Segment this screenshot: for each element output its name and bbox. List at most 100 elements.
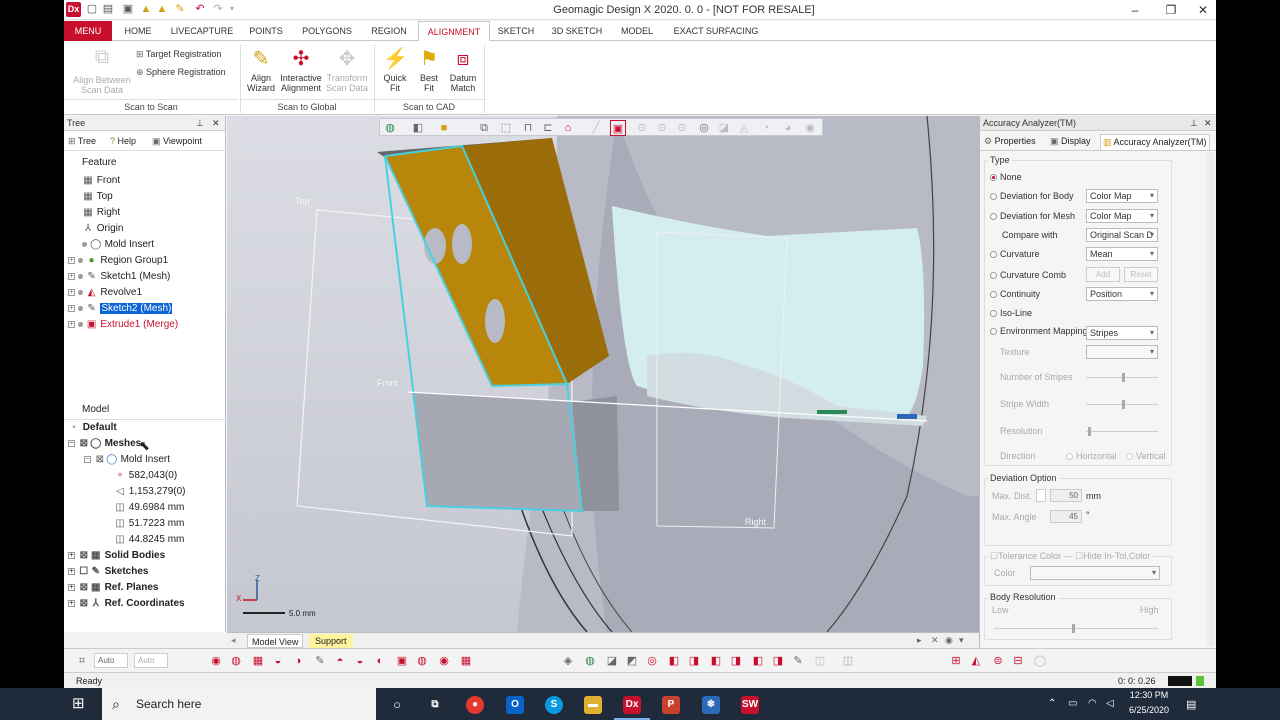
file-explorer-icon[interactable]: ▬ xyxy=(584,696,602,714)
body-resolution-slider[interactable] xyxy=(994,624,1158,633)
eye-icon[interactable]: ⊠ xyxy=(94,452,106,468)
view-icon[interactable]: ▦ xyxy=(458,653,474,669)
close-panel-icon[interactable]: ✕ xyxy=(1204,116,1212,131)
radio[interactable] xyxy=(990,310,997,318)
radio-none[interactable]: None xyxy=(990,172,1022,182)
tab-menu-icon[interactable]: ▾ xyxy=(959,635,964,646)
checkbox-icon[interactable]: ☐ xyxy=(78,564,90,580)
select-mode-icon[interactable]: ⧉ xyxy=(476,120,492,136)
view-cube-icon[interactable]: ◧ xyxy=(410,120,426,136)
model-item-dim-x[interactable]: ◫ 49.6984 mm xyxy=(114,500,184,516)
outlook-icon[interactable]: O xyxy=(506,696,524,714)
display-icon[interactable]: ◧ xyxy=(708,653,724,669)
collapse-icon[interactable]: − xyxy=(68,439,75,447)
volume-icon[interactable]: ◁ xyxy=(1106,698,1114,709)
stripe-width-slider[interactable] xyxy=(1086,400,1158,409)
radio-continuity[interactable]: Continuity xyxy=(990,289,1040,299)
taskbar-search-input[interactable]: ⌕ Search here xyxy=(102,688,376,720)
deviation-mesh-select[interactable]: Color Map xyxy=(1086,209,1158,223)
filter-icon[interactable]: ◔ xyxy=(758,120,774,136)
interactive-alignment-button[interactable]: ✣ Interactive Alignment xyxy=(278,47,324,93)
tab-list-icon[interactable]: ◉ xyxy=(945,635,953,646)
tree-item-region-group1[interactable]: + ● Region Group1 xyxy=(68,253,168,269)
radio-deviation-body[interactable]: Deviation for Body xyxy=(990,191,1074,201)
environment-select[interactable]: Stripes xyxy=(1086,326,1158,340)
datum-match-button[interactable]: ⧈ Datum Match xyxy=(446,47,480,93)
cortana-icon[interactable]: ○ xyxy=(388,696,406,714)
tab-support[interactable]: Support xyxy=(309,634,353,648)
tab-scroll-right-icon[interactable]: ▸ xyxy=(917,635,922,646)
measure-icon[interactable]: ⊜ xyxy=(990,653,1006,669)
display-icon[interactable]: ◎ xyxy=(644,653,660,669)
design-x-taskbar-icon[interactable]: Dx xyxy=(623,696,641,714)
view-icon[interactable]: ▦ xyxy=(250,653,266,669)
tree-item-top[interactable]: ▦ Top xyxy=(82,189,112,205)
measure-icon[interactable]: ◭ xyxy=(968,653,984,669)
radio-horizontal[interactable]: Horizontal xyxy=(1066,451,1117,461)
display-icon[interactable]: ◨ xyxy=(770,653,786,669)
select-window-icon[interactable]: ⬚ xyxy=(498,120,514,136)
radio[interactable] xyxy=(990,328,997,336)
texture-select[interactable] xyxy=(1086,345,1158,359)
tray-app-icon[interactable]: ▭ xyxy=(1068,698,1077,709)
view-icon[interactable]: ◍ xyxy=(228,653,244,669)
view-icon[interactable]: ◍ xyxy=(414,653,430,669)
task-view-icon[interactable]: ⧉ xyxy=(426,696,444,714)
best-fit-button[interactable]: ⚑ Best Fit xyxy=(414,47,444,93)
open-file-icon[interactable]: ▤ xyxy=(102,3,114,15)
tab-menu[interactable]: MENU xyxy=(64,21,112,41)
tree-item-front[interactable]: ▦ Front xyxy=(82,173,120,189)
view-icon[interactable]: ◉ xyxy=(208,653,224,669)
compare-with-select[interactable]: Original Scan D xyxy=(1086,228,1158,242)
expand-icon[interactable]: + xyxy=(68,320,75,328)
max-dist-input[interactable]: 50 xyxy=(1050,489,1082,502)
expand-icon[interactable]: + xyxy=(68,599,75,607)
tree-item-sketch1[interactable]: + ✎ Sketch1 (Mesh) xyxy=(68,269,170,285)
model-scene[interactable] xyxy=(227,116,979,632)
expand-icon[interactable]: + xyxy=(68,304,75,312)
filter-icon[interactable]: ◎ xyxy=(696,120,712,136)
radio[interactable] xyxy=(990,291,997,299)
align-wizard-button[interactable]: ✎ Align Wizard xyxy=(244,47,278,93)
wrench-icon[interactable]: ✎ xyxy=(174,3,186,15)
collapse-icon[interactable]: − xyxy=(84,455,91,463)
checkbox-icon[interactable]: ▪ xyxy=(68,420,80,436)
new-file-icon[interactable]: ▢ xyxy=(86,3,98,15)
color-select[interactable] xyxy=(1030,566,1160,580)
measure-icon[interactable]: ⊞ xyxy=(948,653,964,669)
visibility-dot[interactable] xyxy=(77,273,83,279)
close-tab-icon[interactable]: ✕ xyxy=(931,635,939,646)
eye-icon[interactable]: ⊠ xyxy=(78,596,90,612)
tab-accuracy-analyzer[interactable]: ▥ Accuracy Analyzer(TM) xyxy=(1100,134,1210,150)
tree-item-extrude1[interactable]: + ▣ Extrude1 (Merge) xyxy=(68,317,178,333)
close-button[interactable]: ✕ xyxy=(1188,2,1216,18)
tab-region[interactable]: REGION xyxy=(364,21,414,41)
slider-thumb[interactable] xyxy=(1088,427,1091,436)
view-icon[interactable]: ✎ xyxy=(312,653,328,669)
view-icon[interactable]: ◐ xyxy=(372,653,388,669)
tree-item-sketch2[interactable]: + ✎ Sketch2 (Mesh) xyxy=(68,301,173,317)
curvature-select[interactable]: Mean xyxy=(1086,247,1158,261)
radio-deviation-mesh[interactable]: Deviation for Mesh xyxy=(990,211,1075,221)
tolerance-color-checkbox[interactable]: ☐Tolerance Color — ☐Hide In-Tol.Color xyxy=(988,551,1153,562)
model-item-mold-insert[interactable]: − ⊠ ◯ Mold Insert xyxy=(84,452,170,468)
filter-icon[interactable]: ⊙ xyxy=(674,120,690,136)
quick-fit-button[interactable]: ⚡ Quick Fit xyxy=(378,47,412,93)
expand-icon[interactable]: + xyxy=(68,583,75,591)
model-item-dim-y[interactable]: ◫ 51.7223 mm xyxy=(114,516,184,532)
measure-icon[interactable]: ◯ xyxy=(1032,653,1048,669)
display-icon[interactable]: ◨ xyxy=(728,653,744,669)
tab-model[interactable]: MODEL xyxy=(616,21,658,41)
tab-properties[interactable]: ⚙ Properties xyxy=(984,136,1036,147)
reset-button[interactable]: Reset xyxy=(1124,267,1158,282)
sphere-registration-button[interactable]: ⊕ Sphere Registration xyxy=(136,65,226,79)
measure-icon[interactable]: ⊟ xyxy=(1010,653,1026,669)
tab-viewpoint[interactable]: ▣ Viewpoint xyxy=(152,136,202,147)
display-icon[interactable]: ◩ xyxy=(624,653,640,669)
display-icon[interactable]: ◧ xyxy=(666,653,682,669)
tab-tree[interactable]: ⊞ Tree xyxy=(68,136,96,147)
radio-curvature[interactable]: Curvature xyxy=(990,249,1040,259)
tree-item-mold-insert[interactable]: ◯ Mold Insert xyxy=(82,237,154,253)
tree-item-origin[interactable]: ⅄ Origin xyxy=(82,221,124,237)
model-item-faces[interactable]: ◁ 1,153,279(0) xyxy=(114,484,185,500)
